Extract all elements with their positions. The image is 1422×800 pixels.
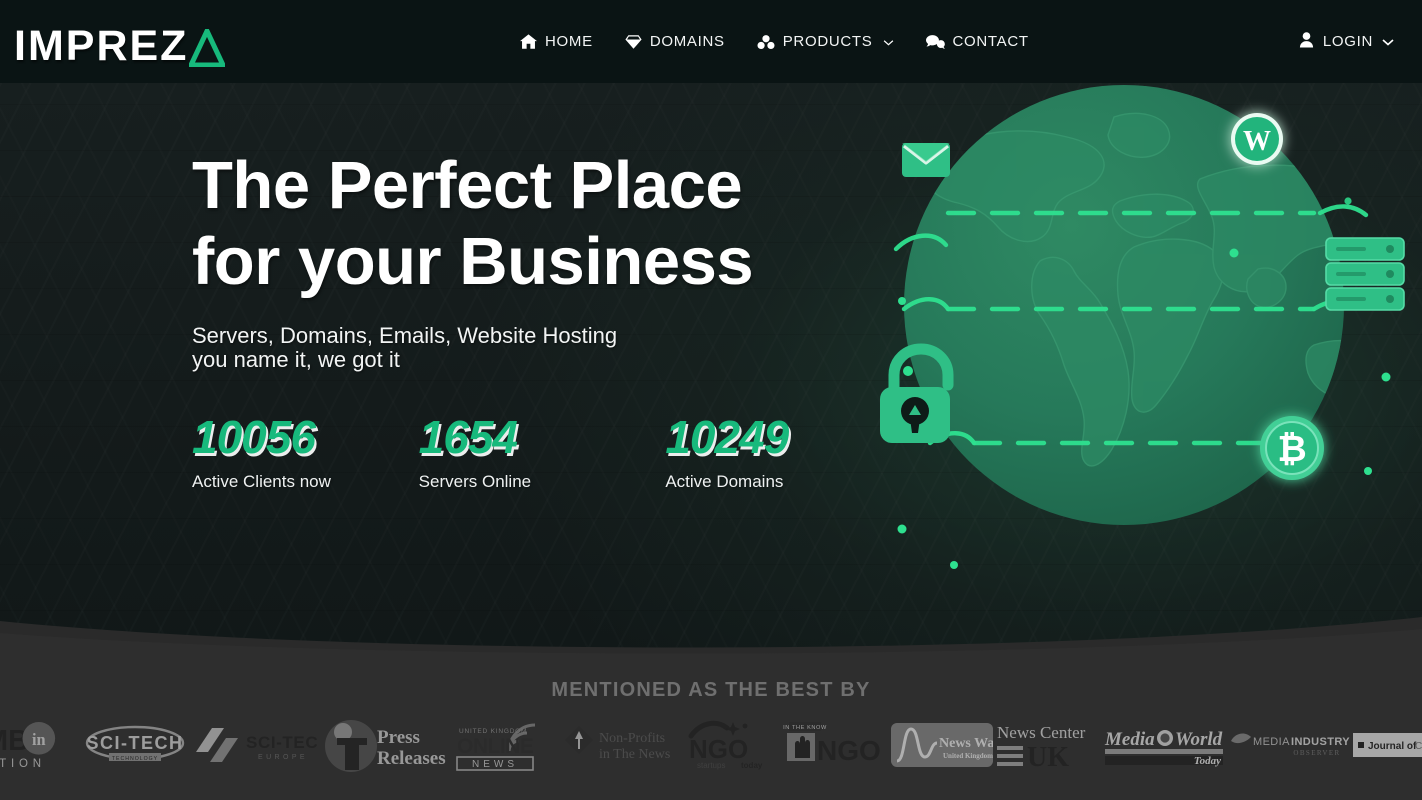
nav-label-products: PRODUCTS xyxy=(782,33,873,50)
login-menu-button[interactable]: LOGIN xyxy=(1299,0,1394,83)
page-root: IMPREZ HOME DOMAINS PRODUCTS CONTACT LOG… xyxy=(0,0,1422,800)
brand-triangle-icon xyxy=(189,29,226,67)
nav-item-contact[interactable]: CONTACT xyxy=(925,33,1029,50)
login-label: LOGIN xyxy=(1322,33,1373,50)
svg-text:SCI-TECH: SCI-TECH xyxy=(246,733,318,752)
press-logo-sci-tech: SCI-TECH TECHNOLOGY xyxy=(82,710,188,780)
chevron-down-icon xyxy=(883,33,894,50)
stat-active-domains: 10249 Active Domains xyxy=(665,414,892,492)
stat-label: Active Clients now xyxy=(192,472,331,491)
svg-text:UK: UK xyxy=(1027,742,1069,770)
svg-text:Cyber Policy: Cyber Policy xyxy=(1415,741,1422,752)
brand-logo[interactable]: IMPREZ xyxy=(14,14,226,70)
page-title: The Perfect Place for your Business xyxy=(192,148,892,300)
stat-value: 1654 xyxy=(418,411,518,463)
cubes-icon xyxy=(757,34,775,50)
svg-text:Today: Today xyxy=(1194,755,1221,767)
svg-text:TECHNOLOGY: TECHNOLOGY xyxy=(112,756,158,762)
nav-label-domains: DOMAINS xyxy=(649,33,725,50)
stat-label: Servers Online xyxy=(418,472,532,491)
hero-title-line-2: for your Business xyxy=(192,224,754,299)
main-menu: HOME DOMAINS PRODUCTS CONTACT xyxy=(520,0,1029,83)
svg-text:INDUSTRY: INDUSTRY xyxy=(1291,736,1350,748)
svg-text:Press: Press xyxy=(377,727,420,748)
press-section-title: MENTIONED AS THE BEST BY xyxy=(551,679,871,701)
svg-text:NGO: NGO xyxy=(689,734,748,764)
svg-text:today: today xyxy=(741,761,763,770)
svg-text:CTION: CTION xyxy=(0,758,46,770)
nav-label-home: HOME xyxy=(545,33,593,50)
svg-text:₿: ₿ xyxy=(1277,428,1306,469)
wordpress-icon: W xyxy=(1231,113,1283,165)
svg-text:Journal of: Journal of xyxy=(1368,741,1417,752)
gem-icon xyxy=(625,34,642,50)
nav-item-products[interactable]: PRODUCTS xyxy=(757,33,894,50)
press-logo-strip: MB in CTION SCI-TECH TECHNOLOGY xyxy=(0,710,1422,780)
svg-text:News Center: News Center xyxy=(997,723,1086,742)
hero-section: W ₿ The Perfect Place for your Business … xyxy=(0,83,1422,657)
svg-text:W: W xyxy=(1243,126,1271,157)
nav-item-home[interactable]: HOME xyxy=(520,33,593,50)
press-logo-sci-tech-europe: SCI-TECH EUROPE xyxy=(188,710,320,780)
press-logo-news-center-uk: News Center UK xyxy=(994,710,1102,780)
press-logo-news-watch-uk: News Watch United Kingdom xyxy=(890,710,994,780)
hero-subtitle: Servers, Domains, Emails, Website Hostin… xyxy=(192,324,892,372)
nav-label-contact: CONTACT xyxy=(952,33,1029,50)
svg-text:Non-Profits: Non-Profits xyxy=(599,731,665,746)
press-logo-in-the-know-ngo: IN THE KNOW NGO xyxy=(782,710,890,780)
nav-item-domains[interactable]: DOMAINS xyxy=(625,33,725,50)
svg-text:SCI-TECH: SCI-TECH xyxy=(87,733,184,753)
stat-servers-online: 1654 Servers Online xyxy=(419,414,666,492)
comments-icon xyxy=(925,34,945,50)
home-icon xyxy=(520,33,537,50)
svg-text:EUROPE: EUROPE xyxy=(258,754,308,761)
press-logo-ngo-startups: NGO startups today xyxy=(682,710,782,780)
hero-copy: The Perfect Place for your Business Serv… xyxy=(192,148,892,492)
press-logo-non-profits: Non-Profits in The News xyxy=(560,710,682,780)
world-globe-illustration: W ₿ xyxy=(862,83,1422,657)
press-logo-journal-cyber-policy: Journal of Cyber Policy xyxy=(1352,710,1422,780)
svg-text:startups: startups xyxy=(697,761,725,770)
svg-text:News Watch: News Watch xyxy=(939,736,993,751)
svg-text:World: World xyxy=(1175,729,1223,750)
svg-text:in The News: in The News xyxy=(599,747,670,762)
press-mentions-section: MENTIONED AS THE BEST BY MB in CTION SCI… xyxy=(0,657,1422,800)
svg-text:OBSERVER: OBSERVER xyxy=(1293,749,1340,757)
stat-active-clients: 10056 Active Clients now xyxy=(192,414,419,492)
server-rack-icon xyxy=(1325,237,1405,311)
svg-text:NEWS: NEWS xyxy=(472,759,518,770)
stat-value: 10249 xyxy=(665,411,789,463)
user-icon xyxy=(1299,31,1314,52)
stat-label: Active Domains xyxy=(665,472,784,491)
svg-text:United Kingdom: United Kingdom xyxy=(943,752,993,760)
hero-subtitle-line-1: Servers, Domains, Emails, Website Hostin… xyxy=(192,323,618,348)
hero-subtitle-line-2: you name it, we got it xyxy=(192,347,400,372)
envelope-icon xyxy=(902,143,950,177)
svg-text:NGO: NGO xyxy=(817,735,881,766)
top-navigation-bar: IMPREZ HOME DOMAINS PRODUCTS CONTACT LOG… xyxy=(0,0,1422,83)
bitcoin-icon: ₿ xyxy=(1260,416,1324,480)
hero-title-line-1: The Perfect Place xyxy=(192,148,743,223)
svg-text:Releases: Releases xyxy=(377,748,446,769)
press-logo-media-industry: MEDIA INDUSTRY OBSERVER xyxy=(1228,710,1352,780)
press-logo-press-releases: Press Releases xyxy=(320,710,450,780)
svg-text:IN THE KNOW: IN THE KNOW xyxy=(783,725,827,731)
svg-text:MEDIA: MEDIA xyxy=(1253,736,1290,748)
svg-text:in: in xyxy=(32,730,46,749)
stat-value: 10056 xyxy=(192,411,316,463)
svg-text:ONLINE: ONLINE xyxy=(457,735,534,758)
press-logo-media-world-today: Media World Today xyxy=(1102,710,1228,780)
brand-logo-text: IMPREZ xyxy=(14,22,189,70)
svg-text:Media: Media xyxy=(1104,729,1155,750)
hero-statistics: 10056 Active Clients now 1654 Servers On… xyxy=(192,414,892,492)
svg-text:UNITED KINGDOM: UNITED KINGDOM xyxy=(459,728,527,735)
press-logo-online-news: UNITED KINGDOM ONLINE NEWS xyxy=(450,710,560,780)
press-logo-mb-action: MB in CTION xyxy=(0,710,82,780)
chevron-down-icon xyxy=(1382,33,1394,50)
